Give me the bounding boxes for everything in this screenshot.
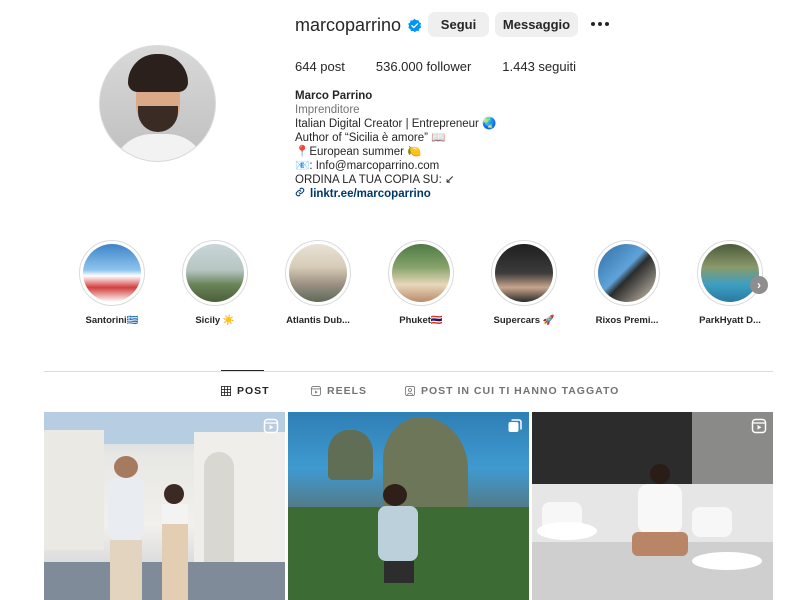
highlight-cover	[495, 244, 553, 302]
highlight-cover	[83, 244, 141, 302]
bio-line: 📍European summer 🍋	[295, 146, 422, 158]
bio-line: 📧: Info@marcoparrino.com	[295, 160, 440, 172]
highlight-item[interactable]: Rixos Premi...	[594, 240, 660, 326]
tab-tagged-label: POST IN CUI TI HANNO TAGGATO	[421, 385, 620, 397]
highlight-label: Supercars 🚀	[493, 315, 555, 326]
link-chain-icon	[295, 187, 305, 201]
highlight-label: Sicily ☀️	[195, 315, 235, 326]
post-thumbnail[interactable]	[44, 412, 285, 600]
profile-bio: Marco Parrino Imprenditore Italian Digit…	[295, 89, 496, 201]
profile-avatar[interactable]	[99, 45, 216, 162]
chevron-right-icon[interactable]: ›	[750, 276, 768, 294]
tabs-divider	[44, 371, 773, 372]
profile-stats: 644 post 536.000 follower 1.443 seguiti	[295, 59, 607, 74]
highlight-label: ParkHyatt D...	[699, 315, 761, 326]
highlight-cover	[392, 244, 450, 302]
highlight-label: Rixos Premi...	[595, 315, 659, 326]
active-tab-indicator	[221, 370, 264, 371]
highlight-item[interactable]: Santorini🇬🇷	[79, 240, 145, 326]
bio-category: Imprenditore	[295, 104, 360, 116]
followers-count[interactable]: 536.000 follower	[376, 59, 471, 74]
profile-username: marcoparrino	[295, 14, 402, 35]
bio-link-text: linktr.ee/marcoparrino	[310, 188, 431, 200]
bio-name: Marco Parrino	[295, 90, 373, 102]
message-button[interactable]: Messaggio	[495, 12, 578, 37]
reels-icon	[311, 386, 321, 396]
tab-reels[interactable]: REELS	[311, 385, 367, 397]
highlight-label: Phuket🇹🇭	[399, 315, 443, 326]
highlight-item[interactable]: Supercars 🚀	[491, 240, 557, 326]
tab-post-label: POST	[237, 385, 270, 397]
highlight-cover	[289, 244, 347, 302]
post-thumbnail[interactable]	[532, 412, 773, 600]
highlight-cover	[598, 244, 656, 302]
following-count[interactable]: 1.443 seguiti	[502, 59, 576, 74]
reel-icon	[263, 418, 279, 434]
highlight-cover	[186, 244, 244, 302]
carousel-icon	[507, 418, 523, 434]
posts-count: 644 post	[295, 59, 345, 74]
highlight-label: Santorini🇬🇷	[85, 315, 139, 326]
bio-line: ORDINA LA TUA COPIA SU: ↙	[295, 174, 455, 186]
post-thumbnail[interactable]	[288, 412, 529, 600]
tab-post[interactable]: POST	[221, 385, 270, 397]
username-row: marcoparrino	[295, 12, 422, 38]
bio-line: Italian Digital Creator | Entrepreneur 🌏	[295, 118, 497, 130]
follow-button[interactable]: Segui	[428, 12, 489, 37]
highlight-item[interactable]: ParkHyatt D...	[697, 240, 763, 326]
tagged-icon	[405, 386, 415, 396]
verified-badge-icon	[407, 18, 422, 33]
tab-reels-label: REELS	[327, 385, 368, 397]
grid-icon	[221, 386, 231, 396]
bio-link[interactable]: linktr.ee/marcoparrino	[295, 187, 496, 201]
highlight-item[interactable]: Atlantis Dub...	[285, 240, 351, 326]
highlight-cover	[701, 244, 759, 302]
highlight-item[interactable]: Sicily ☀️	[182, 240, 248, 326]
bio-line: Author of “Sicilia è amore” 📖	[295, 132, 446, 144]
highlight-item[interactable]: Phuket🇹🇭	[388, 240, 454, 326]
reel-icon	[751, 418, 767, 434]
tab-tagged[interactable]: POST IN CUI TI HANNO TAGGATO	[405, 385, 619, 397]
more-options-icon[interactable]	[590, 14, 610, 34]
highlight-label: Atlantis Dub...	[286, 315, 350, 326]
